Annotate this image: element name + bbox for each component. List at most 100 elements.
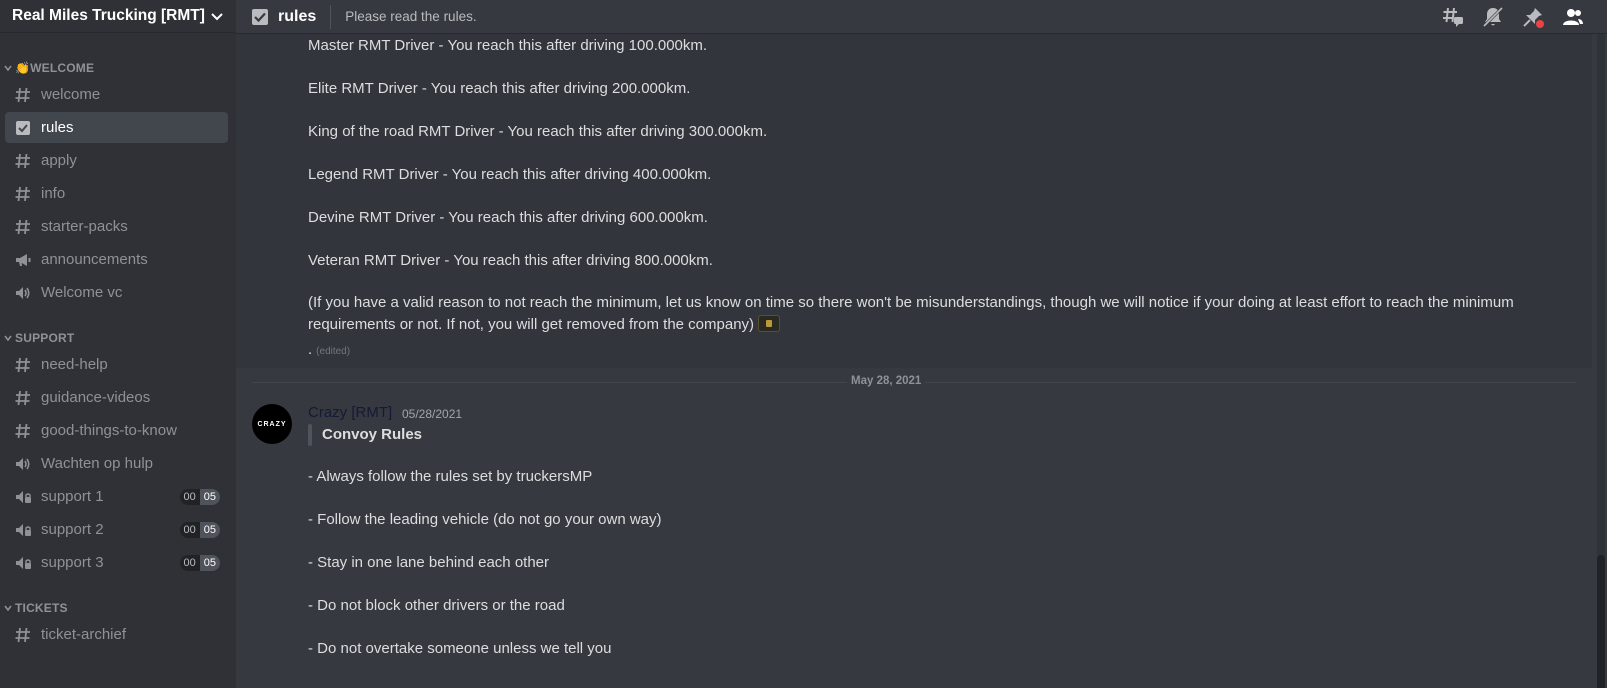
channel-name: support 3	[41, 554, 104, 571]
channel-name: support 1	[41, 488, 104, 505]
channel-name: need-help	[41, 356, 108, 373]
message-line: Master RMT Driver - You reach this after…	[308, 37, 708, 54]
chevron-down-icon	[4, 335, 12, 342]
blockquote-text: Convoy Rules	[322, 426, 423, 443]
channel-name: apply	[41, 152, 77, 169]
hash-icon	[13, 625, 33, 645]
speaker-lock-icon	[13, 487, 33, 507]
category-label: 👏WELCOME	[15, 61, 95, 75]
header-divider	[330, 4, 332, 29]
sidebar-item-rules[interactable]: rules	[5, 112, 228, 143]
megaphone-icon	[13, 250, 33, 270]
rule-line: - Follow the leading vehicle (do not go …	[308, 511, 662, 528]
chevron-down-icon	[4, 605, 12, 612]
member-list-icon[interactable]	[1561, 5, 1585, 29]
message-line: Elite RMT Driver - You reach this after …	[308, 80, 691, 97]
custom-emoji-icon[interactable]	[758, 315, 781, 332]
speaker-lock-icon	[13, 520, 33, 540]
channel-list: 👏WELCOME welcome rules apply info starte…	[0, 40, 236, 652]
mute-notifications-icon[interactable]	[1481, 5, 1505, 29]
channel-name: Welcome vc	[41, 284, 123, 301]
channel-name: welcome	[41, 86, 101, 103]
category-tickets[interactable]: TICKETS	[0, 598, 236, 618]
server-name: Real Miles Trucking [RMT]	[12, 7, 205, 24]
speaker-icon	[13, 283, 33, 303]
rule-line: - Stay in one lane behind each other	[308, 554, 550, 571]
hash-icon	[13, 85, 33, 105]
message-paragraph: (If you have a valid reason to not reach…	[308, 292, 1548, 336]
channel-name: support 2	[41, 521, 104, 538]
user-count: 00	[179, 554, 200, 571]
message-line: Veteran RMT Driver - You reach this afte…	[308, 252, 713, 269]
category-label: TICKETS	[15, 601, 68, 615]
user-count: 00	[179, 521, 200, 538]
category-support[interactable]: SUPPORT	[0, 328, 236, 348]
hash-icon	[13, 421, 33, 441]
scrollbar-track[interactable]	[1593, 33, 1607, 688]
user-count: 00	[179, 488, 200, 505]
avatar[interactable]: CRAZY	[252, 404, 292, 444]
server-header[interactable]: Real Miles Trucking [RMT]	[0, 0, 236, 32]
channel-name: guidance-videos	[41, 389, 151, 406]
category-welcome[interactable]: 👏WELCOME	[0, 58, 236, 78]
channel-header: rules Please read the rules.	[236, 0, 1607, 33]
date-divider-label: May 28, 2021	[847, 375, 926, 387]
hash-icon	[13, 355, 33, 375]
pinned-messages-icon[interactable]	[1521, 5, 1545, 29]
edited-line: . (edited)	[308, 341, 350, 358]
message-line: Devine RMT Driver - You reach this after…	[308, 209, 708, 226]
hash-icon	[13, 388, 33, 408]
message-note: (If you have a valid reason to not reach…	[308, 294, 1514, 333]
user-limit: 05	[199, 554, 220, 571]
user-limit: 05	[199, 521, 220, 538]
channel-name: ticket-archief	[41, 626, 127, 643]
speaker-icon	[13, 454, 33, 474]
message-timestamp: 05/28/2021	[402, 407, 463, 421]
voice-user-count: 00 05	[179, 554, 220, 571]
sidebar-item-welcome[interactable]: welcome	[5, 79, 228, 110]
channel-name: good-things-to-know	[41, 422, 177, 439]
sidebar-item-guidance-videos[interactable]: guidance-videos	[5, 382, 228, 413]
rules-checkbox-icon	[252, 8, 268, 25]
channel-name: starter-packs	[41, 218, 128, 235]
edited-label: (edited)	[316, 346, 351, 357]
rules-checkbox-icon	[13, 118, 33, 138]
sidebar-item-wachten-op-hulp[interactable]: Wachten op hulp	[5, 448, 228, 479]
sidebar-item-good-things-to-know[interactable]: good-things-to-know	[5, 415, 228, 446]
voice-user-count: 00 05	[179, 521, 220, 538]
channel-name: announcements	[41, 251, 148, 268]
sidebar-item-apply[interactable]: apply	[5, 145, 228, 176]
hash-icon	[13, 151, 33, 171]
voice-user-count: 00 05	[179, 488, 220, 505]
sidebar-item-ticket-archief[interactable]: ticket-archief	[5, 619, 228, 650]
rule-line: - Do not overtake someone unless we tell…	[308, 640, 612, 657]
rule-line: - Do not block other drivers or the road	[308, 597, 565, 614]
channel-name: Wachten op hulp	[41, 455, 154, 472]
channel-sidebar: Real Miles Trucking [RMT] 👏WELCOME welco…	[0, 0, 236, 688]
threads-icon[interactable]	[1441, 5, 1465, 29]
channel-name: rules	[41, 119, 74, 136]
message-line: King of the road RMT Driver - You reach …	[308, 123, 768, 140]
sidebar-item-support-3[interactable]: support 3 00 05	[5, 547, 228, 578]
channel-topic[interactable]: Please read the rules.	[345, 9, 476, 24]
avatar-logo-text: CRAZY	[257, 420, 287, 428]
sidebar-item-starter-packs[interactable]: starter-packs	[5, 211, 228, 242]
sidebar-item-info[interactable]: info	[5, 178, 228, 209]
header-toolbar	[1441, 5, 1585, 29]
category-label: SUPPORT	[15, 331, 75, 345]
channel-name: info	[41, 185, 66, 202]
message-dot: .	[308, 341, 313, 358]
channel-title: rules	[278, 7, 317, 25]
message-author[interactable]: Crazy [RMT]	[308, 404, 392, 421]
blockquote-bar	[308, 424, 312, 446]
rule-line: - Always follow the rules set by trucker…	[308, 468, 593, 485]
sidebar-item-support-1[interactable]: support 1 00 05	[5, 481, 228, 512]
chevron-down-icon	[211, 13, 223, 21]
scrollbar-thumb[interactable]	[1597, 555, 1605, 688]
sidebar-item-welcome-vc[interactable]: Welcome vc	[5, 277, 228, 308]
speaker-lock-icon	[13, 553, 33, 573]
hash-icon	[13, 217, 33, 237]
sidebar-item-need-help[interactable]: need-help	[5, 349, 228, 380]
sidebar-item-announcements[interactable]: announcements	[5, 244, 228, 275]
sidebar-item-support-2[interactable]: support 2 00 05	[5, 514, 228, 545]
